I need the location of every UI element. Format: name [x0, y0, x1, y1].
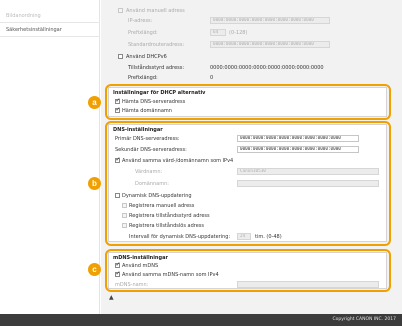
dhcp-prefix-length-value: 0: [210, 75, 214, 81]
stateful-address-label: Tillståndsstyrd adress:: [128, 65, 185, 71]
main-content: Använd manuell adress IP-adress: 0000:00…: [101, 0, 402, 314]
callout-frame-b: [105, 121, 391, 246]
back-to-top-icon[interactable]: ▲: [109, 294, 114, 301]
callout-badge-b: b: [88, 177, 101, 190]
sidebar-item-security-settings[interactable]: Säkerhetsinställningar: [0, 23, 100, 37]
prefix-length-label: Prefixlängd:: [128, 30, 158, 36]
callout-badge-a: a: [88, 96, 101, 109]
footer: Copyright CANON INC. 2017: [0, 314, 402, 326]
stateful-address-value: 0000:0000:0000:0000:0000:0000:0000:0000: [210, 65, 324, 71]
ip-address-field[interactable]: 0000:0000:0000:0000:0000:0000:0000:0000: [210, 17, 330, 24]
dhcp-prefix-length-label: Prefixlängd:: [128, 75, 158, 81]
manual-address-label: Använd manuell adress: [126, 8, 185, 14]
manual-address-checkbox[interactable]: [118, 8, 123, 13]
callout-badge-c: c: [88, 263, 101, 276]
sidebar: Bildanordning Säkerhetsinställningar: [0, 0, 100, 314]
callout-frame-c: [105, 249, 391, 292]
router-address-field[interactable]: 0000:0000:0000:0000:0000:0000:0000:0000: [210, 41, 330, 48]
prefix-length-field[interactable]: 64: [210, 29, 226, 36]
copyright-text: Copyright CANON INC. 2017: [332, 317, 397, 322]
dhcpv6-label: Använd DHCPv6: [126, 54, 167, 60]
dhcpv6-checkbox[interactable]: [118, 54, 123, 59]
router-address-label: Standardrouteradress:: [128, 42, 185, 48]
prefix-range-text: (0-128): [229, 30, 248, 36]
sidebar-item-bildanordning[interactable]: Bildanordning: [0, 9, 100, 23]
callout-frame-a: [105, 84, 391, 120]
ip-address-label: IP-adress:: [128, 18, 153, 24]
